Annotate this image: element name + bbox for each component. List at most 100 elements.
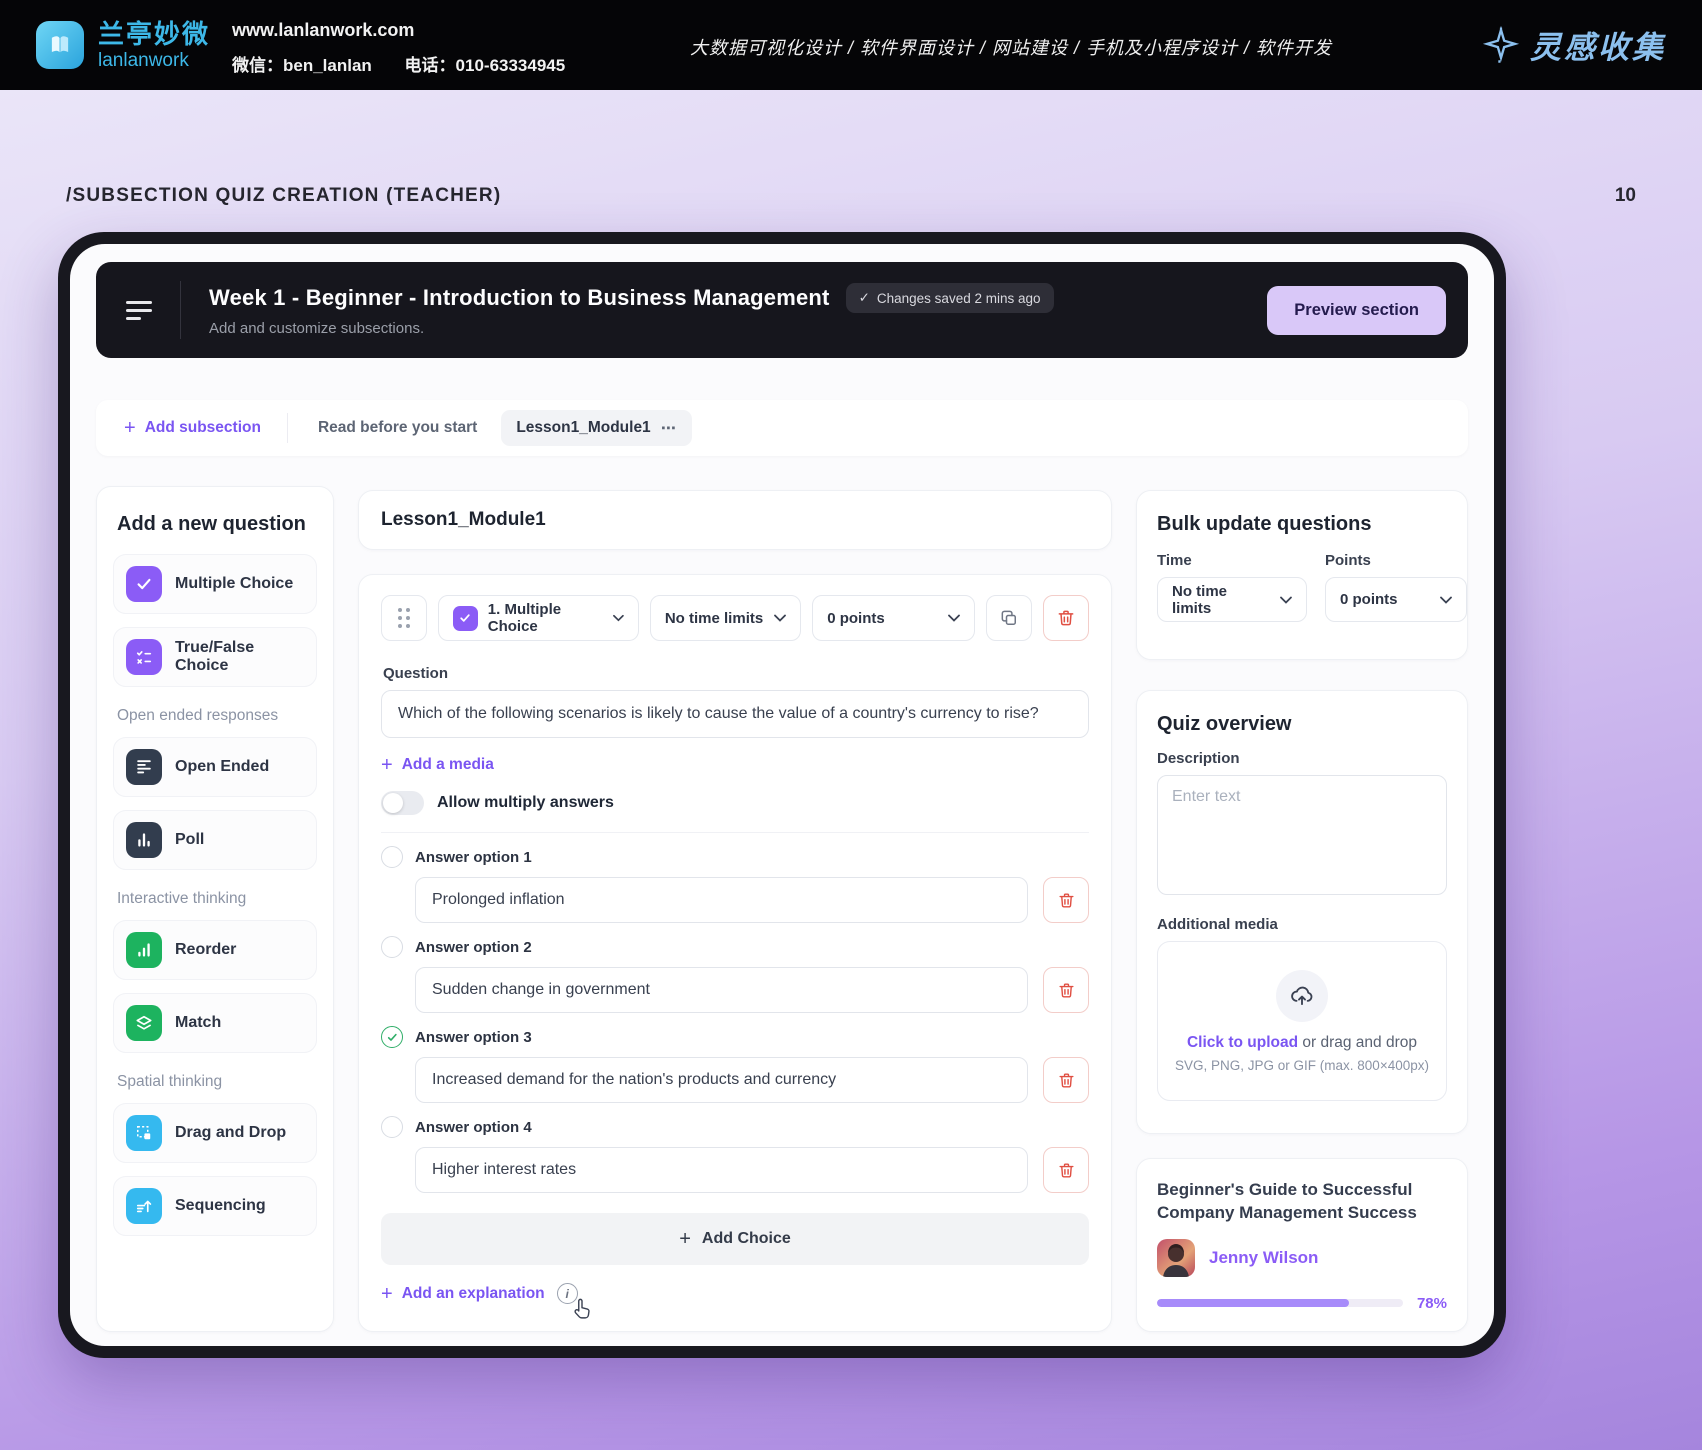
question-type-value: 1. Multiple Choice	[488, 601, 603, 635]
module-title: Lesson1_Module1	[381, 509, 546, 531]
answer-option-row: Answer option 3	[381, 1026, 1089, 1048]
delete-option-button[interactable]	[1043, 1057, 1089, 1103]
question-type-multiple-choice[interactable]: Multiple Choice	[113, 554, 317, 614]
add-choice-button[interactable]: + Add Choice	[381, 1213, 1089, 1265]
bulk-points-dropdown[interactable]: 0 points	[1325, 577, 1467, 622]
answer-option-row: Answer option 2	[381, 936, 1089, 958]
media-upload-dropzone[interactable]: Click to upload or drag and drop SVG, PN…	[1157, 941, 1447, 1101]
description-textarea[interactable]	[1157, 775, 1447, 895]
drag-handle[interactable]	[381, 595, 427, 641]
true-false-checklist-icon	[126, 639, 162, 675]
question-type-sequencing[interactable]: Sequencing	[113, 1176, 317, 1236]
click-to-upload-link[interactable]: Click to upload	[1187, 1034, 1298, 1051]
check-icon: ✓	[859, 290, 870, 306]
section-header: Week 1 - Beginner - Introduction to Busi…	[96, 262, 1468, 358]
question-type-dropdown[interactable]: 1. Multiple Choice	[438, 595, 639, 641]
trash-icon	[1057, 1071, 1076, 1090]
answer-radio-correct[interactable]	[381, 1026, 403, 1048]
question-type-open-ended[interactable]: Open Ended	[113, 737, 317, 797]
answer-option-label: Answer option 2	[415, 939, 532, 956]
delete-option-button[interactable]	[1043, 1147, 1089, 1193]
multiple-choice-mini-icon	[453, 606, 478, 631]
answer-option-label: Answer option 3	[415, 1029, 532, 1046]
add-subsection-label: Add subsection	[145, 419, 261, 437]
question-type-reorder[interactable]: Reorder	[113, 920, 317, 980]
page-background: /SUBSECTION QUIZ CREATION (TEACHER) 10 W…	[0, 90, 1702, 1450]
tabs-divider	[287, 413, 288, 443]
delete-option-button[interactable]	[1043, 967, 1089, 1013]
chevron-down-icon	[948, 614, 960, 622]
section-subtitle: Add and customize subsections.	[209, 320, 1054, 337]
add-explanation-button[interactable]: + Add an explanation	[381, 1284, 545, 1304]
course-progress-card: Beginner's Guide to Successful Company M…	[1136, 1158, 1468, 1332]
item-label: Poll	[175, 831, 204, 849]
bulk-points-label: Points	[1325, 552, 1467, 569]
tab-read-before-you-start[interactable]: Read before you start	[294, 419, 501, 437]
upload-format-hint: SVG, PNG, JPG or GIF (max. 800×400px)	[1175, 1058, 1429, 1073]
collect-label: 灵感收集	[1530, 22, 1666, 67]
answer-option-input[interactable]	[415, 1057, 1028, 1103]
item-label: Open Ended	[175, 758, 269, 776]
trash-icon	[1056, 608, 1076, 628]
progress-bar	[1157, 1299, 1403, 1307]
tab-lesson1-module1-label: Lesson1_Module1	[516, 419, 650, 437]
plus-icon: +	[679, 1229, 691, 1249]
brand-chinese-name: 兰亭妙微	[98, 14, 210, 51]
changes-saved-badge: ✓ Changes saved 2 mins ago	[846, 283, 1054, 313]
question-type-drag-and-drop[interactable]: Drag and Drop	[113, 1103, 317, 1163]
delete-option-button[interactable]	[1043, 877, 1089, 923]
preview-section-button[interactable]: Preview section	[1267, 286, 1446, 335]
answer-option-input[interactable]	[415, 877, 1028, 923]
answer-radio[interactable]	[381, 1116, 403, 1138]
poll-bar-chart-icon	[126, 822, 162, 858]
question-type-poll[interactable]: Poll	[113, 810, 317, 870]
add-media-button[interactable]: + Add a media	[381, 755, 494, 775]
screenshot-canvas: 兰亭妙微 lanlanwork www.lanlanwork.com 微信：be…	[0, 0, 1702, 1450]
answer-radio[interactable]	[381, 846, 403, 868]
bulk-time-dropdown[interactable]: No time limits	[1157, 577, 1307, 622]
sidebar-group-spatial: Spatial thinking	[117, 1073, 317, 1091]
item-label: True/False Choice	[175, 639, 304, 675]
editor-divider	[381, 832, 1089, 833]
upload-rest-text: or drag and drop	[1298, 1034, 1417, 1051]
trash-icon	[1057, 891, 1076, 910]
author-name-link[interactable]: Jenny Wilson	[1209, 1248, 1318, 1268]
quiz-overview-card: Quiz overview Description Additional med…	[1136, 690, 1468, 1134]
open-ended-text-icon	[126, 749, 162, 785]
chevron-down-icon	[1440, 596, 1452, 604]
answer-option-input[interactable]	[415, 967, 1028, 1013]
header-divider	[180, 281, 181, 339]
time-limit-dropdown[interactable]: No time limits	[650, 595, 801, 641]
upload-cloud-icon	[1276, 970, 1328, 1022]
points-dropdown[interactable]: 0 points	[812, 595, 975, 641]
question-type-match[interactable]: Match	[113, 993, 317, 1053]
question-label: Question	[383, 665, 1089, 682]
add-subsection-button[interactable]: + Add subsection	[104, 418, 281, 438]
inspiration-collect-badge: 灵感收集	[1482, 22, 1666, 67]
tab-lesson1-module1[interactable]: Lesson1_Module1 ⋯	[501, 410, 691, 446]
plus-icon: +	[381, 1284, 393, 1304]
wechat-contact: 微信：ben_lanlan	[232, 56, 372, 75]
question-input[interactable]	[381, 690, 1089, 738]
duplicate-question-button[interactable]	[986, 595, 1032, 641]
tab-more-icon[interactable]: ⋯	[661, 419, 677, 437]
menu-icon[interactable]	[126, 296, 152, 325]
add-choice-label: Add Choice	[702, 1230, 791, 1248]
delete-question-button[interactable]	[1043, 595, 1089, 641]
allow-multiple-toggle[interactable]	[381, 791, 424, 815]
sidebar-group-open-ended: Open ended responses	[117, 707, 317, 725]
copy-icon	[999, 608, 1019, 628]
author-avatar	[1157, 1239, 1195, 1277]
time-limit-value: No time limits	[665, 610, 763, 627]
answer-radio[interactable]	[381, 936, 403, 958]
app-surface: Week 1 - Beginner - Introduction to Busi…	[70, 244, 1494, 1346]
chevron-down-icon	[774, 614, 786, 622]
sequencing-stairs-icon	[126, 1188, 162, 1224]
drag-dots-icon	[398, 608, 410, 628]
item-label: Sequencing	[175, 1197, 266, 1215]
chevron-down-icon	[1280, 596, 1292, 604]
plus-icon: +	[381, 755, 393, 775]
reorder-bars-icon	[126, 932, 162, 968]
question-type-true-false[interactable]: True/False Choice	[113, 627, 317, 687]
answer-option-input[interactable]	[415, 1147, 1028, 1193]
